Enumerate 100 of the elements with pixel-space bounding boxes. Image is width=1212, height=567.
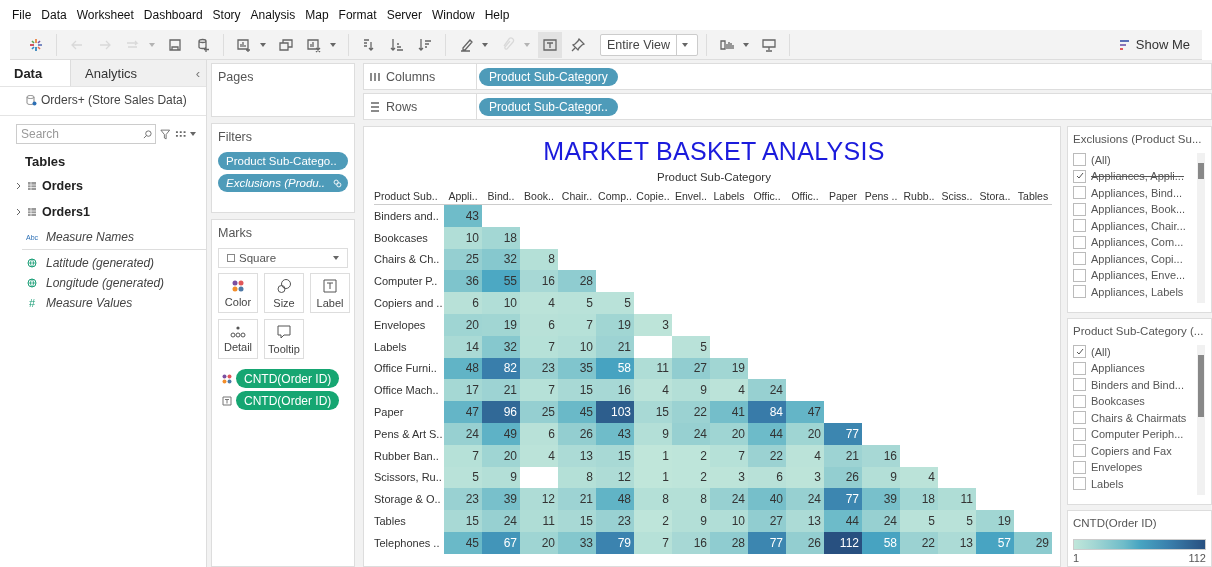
heatmap-cell: 24	[748, 379, 786, 402]
checkbox[interactable]	[1073, 202, 1086, 216]
marks-card-button[interactable]: Label	[310, 273, 350, 313]
menu-item[interactable]: Map	[305, 8, 329, 22]
filter-option[interactable]: Appliances, Com...	[1091, 236, 1184, 248]
table-name[interactable]: Orders1	[42, 205, 90, 219]
filter-option[interactable]: Copiers and Fax	[1091, 444, 1172, 457]
data-source-name[interactable]: Orders+ (Store Sales Data)	[41, 93, 187, 107]
heatmap-cell: 6	[520, 314, 558, 336]
marks-card-button[interactable]: Tooltip	[264, 319, 304, 359]
filters-title: Filters	[218, 130, 254, 144]
grid-view-icon[interactable]	[174, 130, 186, 138]
scrollbar[interactable]	[1197, 345, 1205, 495]
table-icon	[28, 208, 36, 216]
heatmap-cell: 39	[862, 488, 900, 511]
filter-option[interactable]: Appliances, Labels	[1091, 285, 1184, 298]
heatmap-cell: 26	[558, 422, 596, 445]
menu-item[interactable]: Format	[338, 8, 377, 22]
menu-item[interactable]: Window	[431, 8, 475, 22]
heatmap-cell: 11	[520, 510, 558, 532]
menu-item[interactable]: Worksheet	[76, 8, 134, 22]
menu-item[interactable]: Analysis	[250, 8, 296, 22]
chevron-icon[interactable]	[16, 209, 22, 215]
column-header: Offic..	[748, 188, 786, 205]
field-name[interactable]: Measure Values	[46, 296, 133, 310]
pane-tab[interactable]: Analytics	[70, 60, 140, 86]
heatmap-cell: 15	[558, 379, 596, 402]
filter-option[interactable]: (All)	[1091, 153, 1111, 166]
heatmap-cell: 58	[596, 357, 634, 380]
checkbox[interactable]	[1073, 378, 1086, 391]
checkbox[interactable]	[1073, 460, 1086, 474]
filter-option[interactable]: Appliances, Copi...	[1091, 252, 1183, 265]
chevron-icon[interactable]	[16, 183, 22, 189]
checkbox[interactable]	[1073, 411, 1086, 424]
checkbox[interactable]	[1073, 252, 1086, 265]
collapse-button[interactable]: ‹	[189, 65, 206, 81]
field-name[interactable]: Measure Names	[46, 230, 135, 244]
caret-icon[interactable]	[190, 132, 196, 136]
heatmap-cell: 16	[862, 444, 900, 467]
filter-option[interactable]: Appliances, Chair...	[1091, 219, 1186, 232]
checkbox[interactable]	[1073, 186, 1086, 199]
field-name[interactable]: Latitude (generated)	[46, 256, 155, 270]
filter-option[interactable]: Chairs & Chairmats	[1091, 411, 1187, 424]
checkbox[interactable]	[1073, 427, 1086, 441]
fit-dropdown[interactable]: Entire View	[600, 33, 698, 56]
table-name[interactable]: Orders	[42, 179, 83, 193]
marks-card-button[interactable]: Color	[218, 273, 258, 313]
filter-icon[interactable]	[160, 128, 171, 140]
show-me-button[interactable]: Show Me	[1112, 35, 1196, 54]
field-name[interactable]: Longitude (generated)	[46, 276, 165, 290]
checkbox[interactable]	[1073, 345, 1086, 358]
marks-card-button[interactable]: Size	[264, 273, 304, 313]
caret-icon	[682, 42, 688, 47]
checkbox[interactable]	[1073, 361, 1086, 375]
heatmap-cell: 26	[786, 531, 824, 554]
row-header: Envelopes	[374, 317, 427, 333]
column-header: Rubb..	[900, 188, 938, 205]
filter-option[interactable]: Appliances, Appli...	[1091, 170, 1184, 182]
heatmap-cell: 15	[558, 510, 596, 532]
heatmap-cell: 12	[520, 488, 558, 511]
filter-option[interactable]: Bookcases	[1091, 395, 1145, 407]
checkbox[interactable]	[1073, 268, 1086, 282]
mark-type-dropdown[interactable]: Square	[218, 248, 348, 268]
checkbox[interactable]	[1073, 285, 1086, 298]
marks-card-button[interactable]: Detail	[218, 319, 258, 359]
scrollbar[interactable]	[1197, 153, 1205, 303]
checkbox[interactable]	[1073, 153, 1086, 166]
heatmap-cell: 2	[672, 466, 710, 489]
checkbox[interactable]	[1073, 477, 1086, 490]
filter-option[interactable]: Envelopes	[1091, 461, 1143, 473]
filter-option[interactable]: Appliances, Enve...	[1091, 269, 1186, 281]
filter-option[interactable]: Appliances, Bind...	[1091, 186, 1183, 199]
menu-item[interactable]: Data	[41, 8, 67, 22]
menu-item[interactable]: Help	[484, 8, 510, 22]
checkmark-icon	[1075, 347, 1084, 356]
menu-item[interactable]: Story	[212, 8, 241, 22]
menu-item[interactable]: File	[12, 8, 32, 22]
heatmap-cell: 22	[748, 444, 786, 467]
menu-item[interactable]: Server	[386, 8, 422, 22]
row-header: Telephones ..	[374, 535, 441, 551]
filter-option[interactable]: Labels	[1091, 477, 1124, 490]
filter-option[interactable]: Appliances, Book...	[1091, 203, 1186, 215]
heatmap-cell: 5	[558, 292, 596, 314]
menu-item[interactable]: Dashboard	[143, 8, 203, 22]
heatmap-cell: 24	[444, 422, 482, 445]
filter-option[interactable]: Binders and Bind...	[1091, 378, 1184, 391]
show-labels-button[interactable]	[538, 31, 562, 58]
checkbox[interactable]	[1073, 444, 1086, 457]
checkbox[interactable]	[1073, 169, 1086, 183]
heatmap-cell: 24	[672, 422, 710, 445]
filter-option[interactable]: Computer Periph...	[1091, 428, 1184, 440]
filter-option[interactable]: Appliances	[1091, 362, 1145, 374]
checkbox[interactable]	[1073, 394, 1086, 408]
heatmap-cell: 16	[520, 270, 558, 293]
checkbox[interactable]	[1073, 219, 1086, 232]
filter-option[interactable]: (All)	[1091, 345, 1111, 358]
checkbox[interactable]	[1073, 235, 1086, 249]
row-header: Tables	[374, 514, 407, 530]
column-header: Stora..	[976, 188, 1014, 205]
search-field[interactable]: Search	[16, 124, 156, 144]
